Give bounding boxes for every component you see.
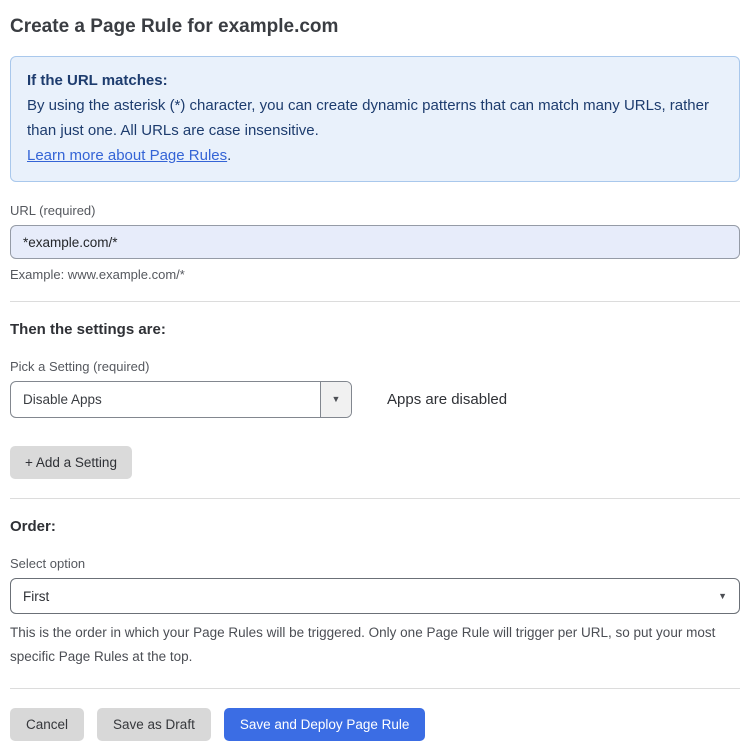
order-select-value: First: [23, 588, 50, 604]
order-select[interactable]: First ▼: [10, 578, 740, 614]
learn-more-link[interactable]: Learn more about Page Rules: [27, 147, 227, 164]
setting-status-text: Apps are disabled: [387, 391, 508, 408]
order-select-label: Select option: [10, 556, 86, 571]
order-description: This is the order in which your Page Rul…: [10, 625, 716, 664]
setting-select-value: Disable Apps: [23, 392, 102, 407]
chevron-down-icon: ▼: [331, 394, 341, 404]
setting-select-arrow-button[interactable]: ▼: [320, 382, 351, 417]
save-draft-button[interactable]: Save as Draft: [97, 708, 211, 741]
form-actions: Cancel Save as Draft Save and Deploy Pag…: [10, 708, 740, 741]
page-title: Create a Page Rule for example.com: [10, 16, 339, 37]
info-banner-heading: If the URL matches:: [27, 72, 168, 89]
cancel-button[interactable]: Cancel: [10, 708, 85, 741]
setting-select[interactable]: Disable Apps ▼: [10, 381, 352, 418]
url-label: URL (required): [10, 203, 96, 218]
info-banner-link-line: Learn more about Page Rules.: [27, 143, 723, 168]
url-match-info-banner: If the URL matches: By using the asteris…: [10, 56, 740, 182]
order-heading: Order:: [10, 518, 56, 535]
url-hint: Example: www.example.com/*: [10, 267, 185, 282]
save-deploy-button[interactable]: Save and Deploy Page Rule: [223, 708, 426, 741]
setting-row: Disable Apps ▼ Apps are disabled: [10, 381, 740, 418]
add-setting-button[interactable]: + Add a Setting: [10, 446, 132, 479]
url-input[interactable]: [10, 225, 740, 259]
setting-picker-label: Pick a Setting (required): [10, 359, 150, 374]
settings-heading: Then the settings are:: [10, 321, 166, 338]
chevron-down-icon: ▼: [718, 590, 727, 601]
page-rule-form: Create a Page Rule for example.com If th…: [0, 0, 750, 741]
section-divider: [10, 301, 740, 302]
section-divider: [10, 498, 740, 499]
link-suffix: .: [227, 147, 232, 164]
info-banner-body: By using the asterisk (*) character, you…: [27, 97, 709, 139]
